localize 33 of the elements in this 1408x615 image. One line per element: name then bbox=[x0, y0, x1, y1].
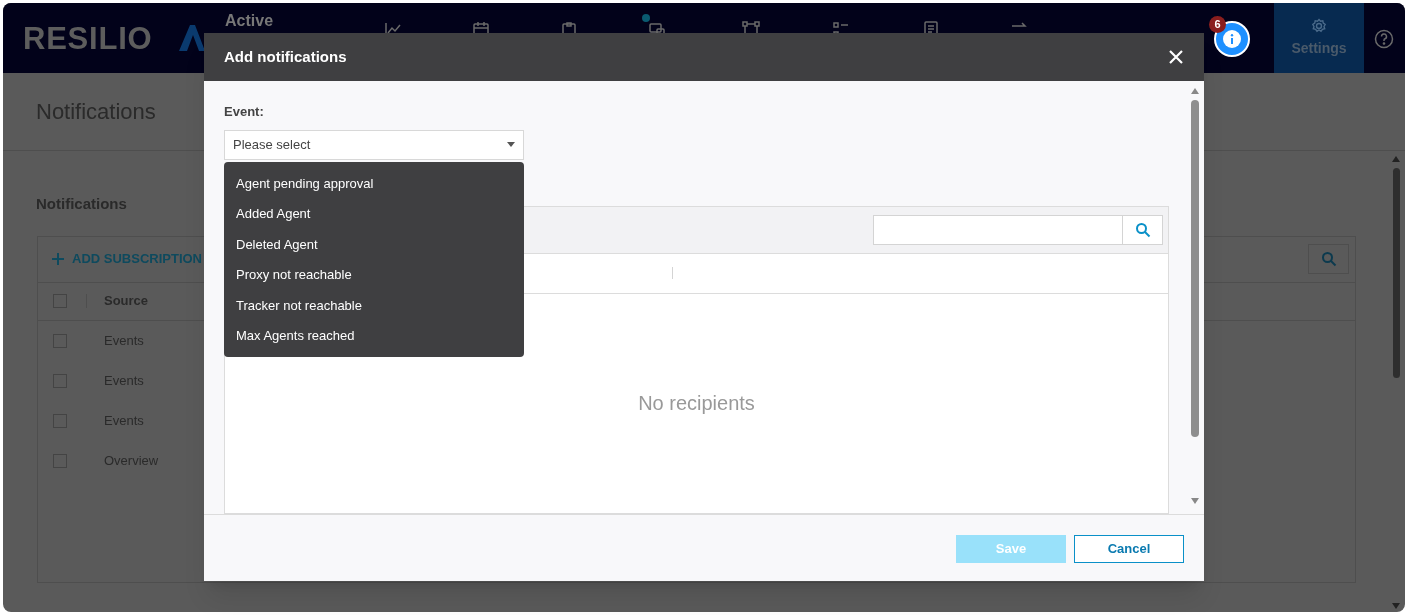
search-button[interactable] bbox=[1308, 244, 1349, 274]
logo-icon bbox=[177, 23, 207, 53]
dropdown-option[interactable]: Agent pending approval bbox=[224, 168, 524, 199]
scroll-down-icon[interactable] bbox=[1190, 497, 1200, 505]
cancel-button[interactable]: Cancel bbox=[1074, 534, 1184, 563]
scrollbar[interactable] bbox=[1190, 87, 1200, 505]
dropdown-option[interactable]: Tracker not reachable bbox=[224, 290, 524, 321]
count-badge: 6 bbox=[1209, 16, 1226, 33]
field-label: Event: bbox=[224, 103, 265, 121]
scrollbar-thumb[interactable] bbox=[1392, 168, 1400, 378]
logo-text: RESILIO bbox=[23, 23, 153, 54]
search-field[interactable] bbox=[873, 214, 1163, 245]
scroll-down-icon[interactable] bbox=[1391, 602, 1401, 610]
plus-icon bbox=[52, 253, 64, 265]
scrollbar[interactable] bbox=[1391, 155, 1401, 610]
search-icon bbox=[1320, 251, 1337, 267]
info-button[interactable] bbox=[1214, 21, 1250, 57]
caret-icon bbox=[507, 142, 515, 147]
settings-icon bbox=[1311, 17, 1327, 34]
dropdown-option[interactable]: Added Agent bbox=[224, 198, 524, 229]
close-icon[interactable] bbox=[1168, 49, 1184, 65]
dropdown-option[interactable]: Deleted Agent bbox=[224, 229, 524, 260]
scrollbar-thumb[interactable] bbox=[1191, 100, 1199, 437]
scroll-up-icon[interactable] bbox=[1391, 155, 1401, 163]
product-name: Active bbox=[225, 12, 274, 30]
dropdown-option[interactable]: Proxy not reachable bbox=[224, 259, 524, 290]
dialog-title: Add notifications bbox=[224, 46, 347, 67]
help-icon[interactable] bbox=[1374, 29, 1394, 49]
info-icon bbox=[1223, 30, 1241, 48]
event-select[interactable]: Please select bbox=[224, 129, 524, 160]
scroll-up-icon[interactable] bbox=[1190, 87, 1200, 95]
empty-message: No recipients bbox=[638, 391, 755, 416]
dropdown-option[interactable]: Max Agents reached bbox=[224, 320, 524, 351]
